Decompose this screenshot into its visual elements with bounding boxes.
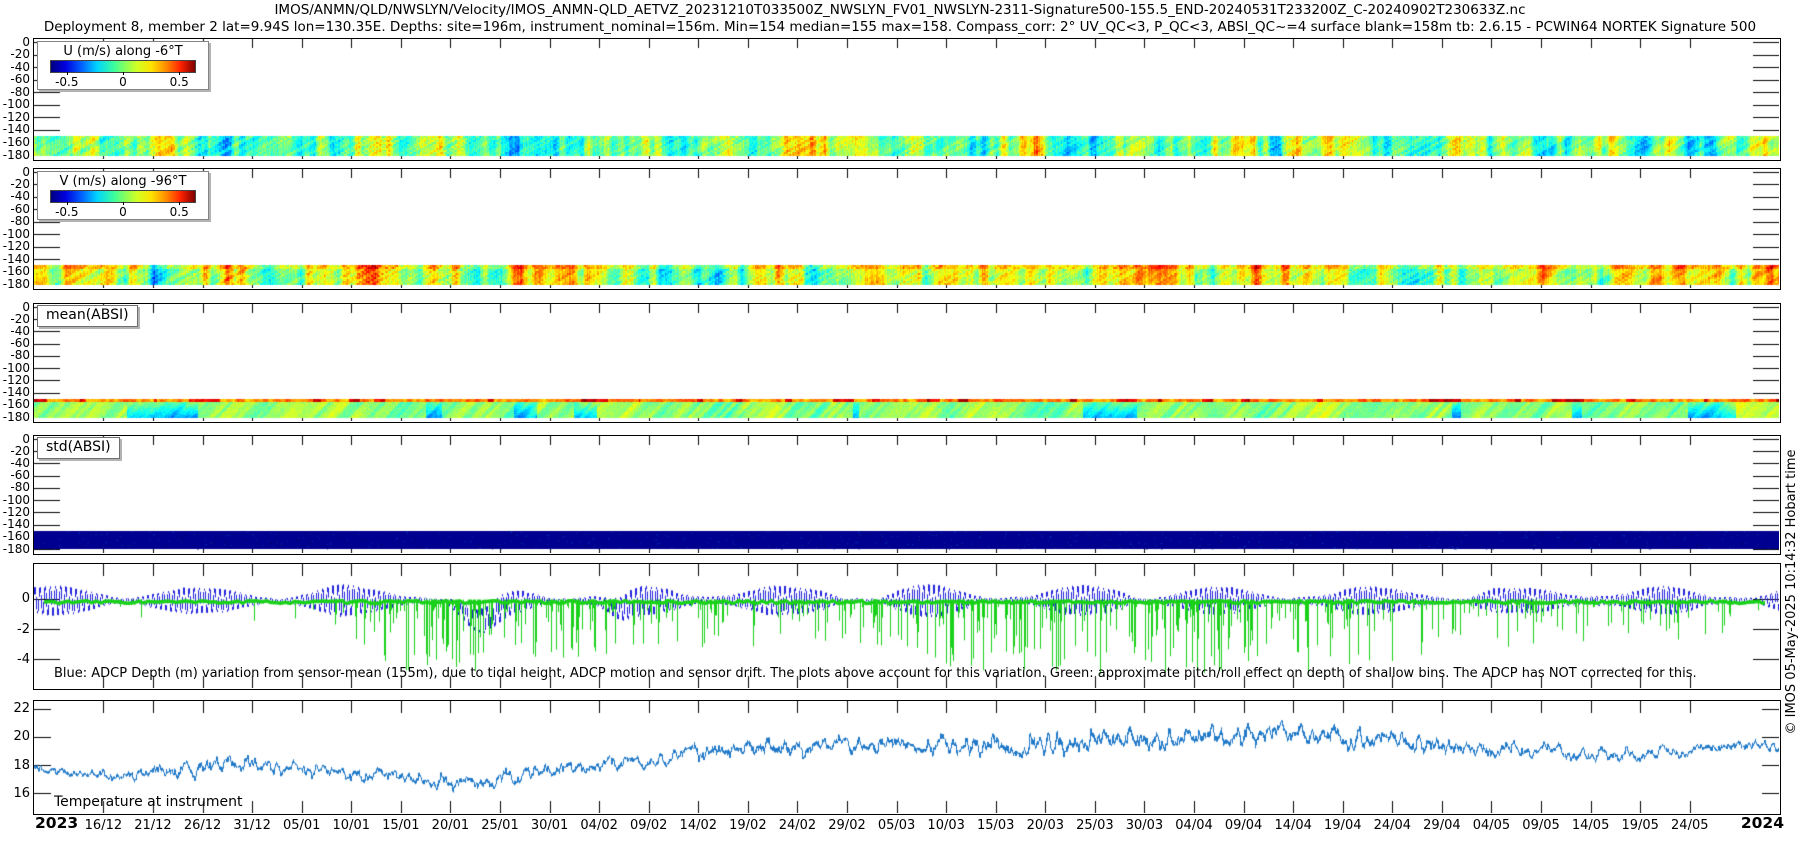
u_velocity-canvas <box>34 39 1779 159</box>
x-tick-label: 15/03 <box>969 818 1023 833</box>
colorbar-legend-v: V (m/s) along -96°T -0.5 0 0.5 <box>37 171 209 220</box>
x-tick-label: 29/02 <box>820 818 874 833</box>
y-tick-label: 16 <box>0 787 30 800</box>
colorbar-tick-label: 0 <box>119 205 127 219</box>
y-tick-label: 22 <box>0 702 30 715</box>
y-tick-label: 20 <box>0 730 30 743</box>
depth-variation-caption: Blue: ADCP Depth (m) variation from sens… <box>54 666 1697 681</box>
x-tick-label: 20/03 <box>1018 818 1072 833</box>
x-tick-label: 31/12 <box>225 818 279 833</box>
x-tick-label: 26/12 <box>176 818 230 833</box>
x-tick-label: 19/05 <box>1613 818 1667 833</box>
y-tick-label: -4 <box>0 653 30 666</box>
x-tick-label: 30/01 <box>523 818 577 833</box>
y-tick-label: -2 <box>0 623 30 636</box>
panel-mean_absi <box>33 303 1781 423</box>
x-tick-label: 09/02 <box>622 818 676 833</box>
x-axis-year-start: 2023 <box>35 814 78 832</box>
temperature-canvas <box>34 701 1779 813</box>
x-tick-label: 09/05 <box>1514 818 1568 833</box>
colorbar-title-u: U (m/s) along -6°T <box>38 44 208 59</box>
x-tick-label: 24/05 <box>1663 818 1717 833</box>
colorbar-tick-label: 0.5 <box>170 75 189 89</box>
panel-temperature <box>33 700 1781 815</box>
x-tick-label: 09/04 <box>1217 818 1271 833</box>
y-tick-label: 0 <box>0 592 30 605</box>
x-tick-label: 21/12 <box>126 818 180 833</box>
x-tick-label: 16/12 <box>76 818 130 833</box>
colorbar-title-v: V (m/s) along -96°T <box>38 174 208 189</box>
x-tick-label: 15/01 <box>374 818 428 833</box>
y-tick-label: -180 <box>0 411 30 424</box>
colorbar-legend-u: U (m/s) along -6°T -0.5 0 0.5 <box>37 41 209 90</box>
colorbar-scale-v: -0.5 0 0.5 <box>50 203 196 219</box>
colorbar-scale-u: -0.5 0 0.5 <box>50 73 196 89</box>
v_velocity-canvas <box>34 169 1779 288</box>
panel-std_absi <box>33 435 1781 555</box>
x-tick-label: 14/02 <box>671 818 725 833</box>
y-tick-label: -180 <box>0 149 30 162</box>
x-tick-label: 04/04 <box>1167 818 1221 833</box>
std_absi-canvas <box>34 436 1779 553</box>
y-tick-label: -160 <box>0 136 30 149</box>
x-tick-label: 29/04 <box>1415 818 1469 833</box>
panel-label-mean-absi: mean(ABSI) <box>37 305 138 327</box>
x-tick-label: 24/02 <box>770 818 824 833</box>
x-tick-label: 04/05 <box>1464 818 1518 833</box>
colorbar-tick-label: -0.5 <box>55 205 78 219</box>
colorbar-tick-label: -0.5 <box>55 75 78 89</box>
panel-label-std-absi: std(ABSI) <box>37 437 120 459</box>
figure: IMOS/ANMN/QLD/NWSLYN/Velocity/IMOS_ANMN-… <box>0 0 1800 850</box>
x-tick-label: 30/03 <box>1117 818 1171 833</box>
x-tick-label: 14/05 <box>1564 818 1618 833</box>
x-tick-label: 04/02 <box>572 818 626 833</box>
panel-u_velocity <box>33 38 1781 161</box>
x-tick-label: 20/01 <box>423 818 477 833</box>
colorbar-tick-label: 0.5 <box>170 205 189 219</box>
x-tick-label: 14/04 <box>1266 818 1320 833</box>
x-tick-label: 05/01 <box>275 818 329 833</box>
mean_absi-canvas <box>34 304 1779 421</box>
figure-subtitle-deployment: Deployment 8, member 2 lat=9.94S lon=130… <box>0 19 1800 35</box>
figure-title-filename: IMOS/ANMN/QLD/NWSLYN/Velocity/IMOS_ANMN-… <box>0 2 1800 18</box>
x-tick-label: 19/02 <box>721 818 775 833</box>
x-tick-label: 24/04 <box>1365 818 1419 833</box>
y-tick-label: -180 <box>0 543 30 556</box>
panel-v_velocity <box>33 168 1781 290</box>
x-tick-label: 10/03 <box>919 818 973 833</box>
x-tick-label: 25/01 <box>473 818 527 833</box>
x-tick-label: 05/03 <box>870 818 924 833</box>
colorbar-tick-label: 0 <box>119 75 127 89</box>
x-tick-label: 25/03 <box>1068 818 1122 833</box>
x-axis-year-end: 2024 <box>1722 814 1784 832</box>
x-tick-label: 10/01 <box>324 818 378 833</box>
y-tick-label: -180 <box>0 278 30 291</box>
x-tick-label: 19/04 <box>1316 818 1370 833</box>
temperature-label: Temperature at instrument <box>54 794 242 810</box>
imos-watermark: © IMOS 05-May-2025 10:14:32 Hobart time <box>1784 436 1800 748</box>
y-tick-label: 18 <box>0 759 30 772</box>
